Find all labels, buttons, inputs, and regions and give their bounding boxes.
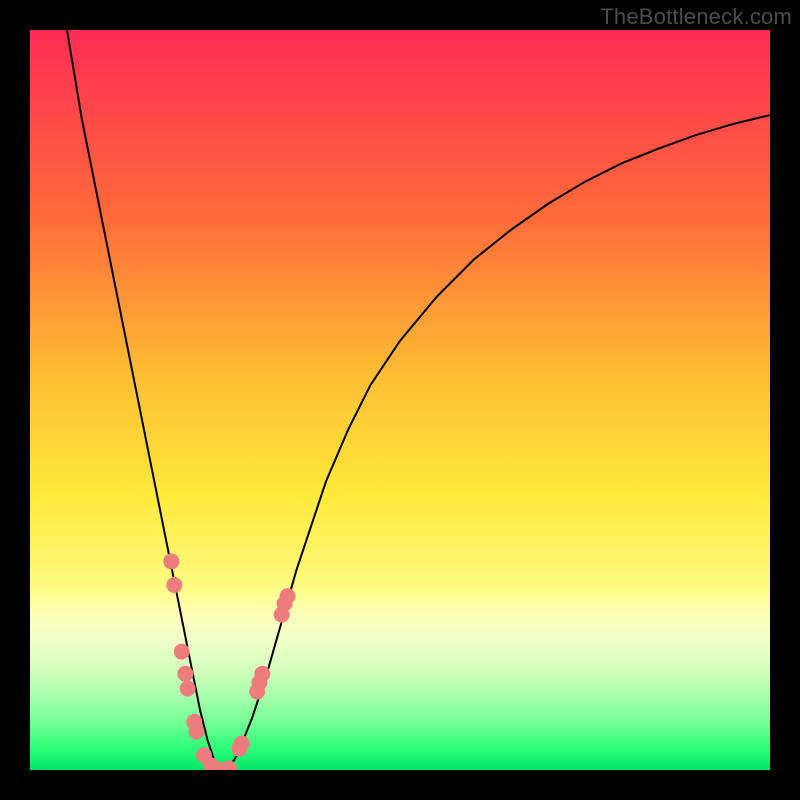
marker-dot	[280, 588, 296, 604]
bottleneck-curve	[67, 30, 770, 770]
bottleneck-markers	[163, 553, 295, 770]
marker-dot	[177, 666, 193, 682]
marker-dot	[163, 553, 179, 569]
curve-layer	[30, 30, 770, 770]
marker-dot	[174, 644, 190, 660]
plot-area	[30, 30, 770, 770]
marker-dot	[254, 666, 270, 682]
marker-dot	[189, 724, 205, 740]
watermark-label: TheBottleneck.com	[600, 4, 792, 30]
marker-dot	[180, 681, 196, 697]
chart-frame: TheBottleneck.com	[0, 0, 800, 800]
marker-dot	[166, 577, 182, 593]
marker-dot	[221, 761, 237, 770]
marker-dot	[234, 735, 250, 751]
